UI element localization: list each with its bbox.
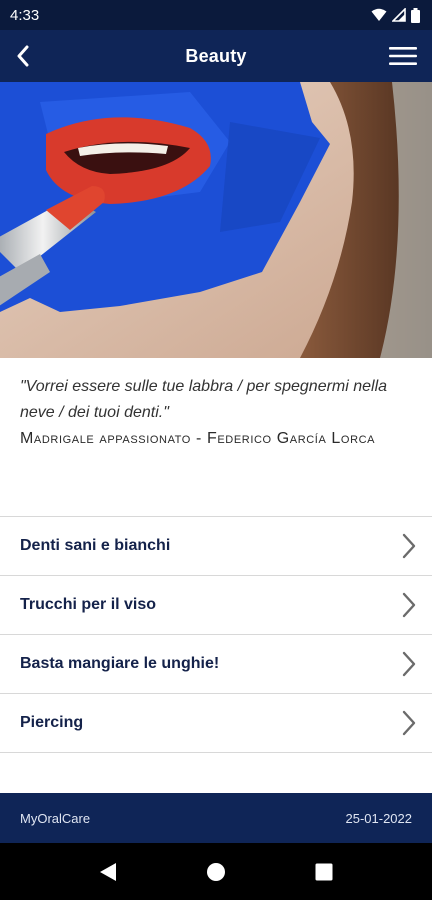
circle-home-icon bbox=[207, 862, 225, 881]
hamburger-menu-icon bbox=[389, 47, 417, 65]
chevron-right-icon bbox=[400, 591, 418, 619]
signal-icon bbox=[392, 8, 406, 22]
triangle-back-icon bbox=[100, 862, 116, 881]
quote-text: "Vorrei essere sulle tue labbra / per sp… bbox=[20, 378, 388, 421]
list-item-label: Basta mangiare le unghie! bbox=[20, 655, 220, 672]
list-item-piercing[interactable]: Piercing bbox=[0, 694, 432, 753]
quote-source: Madrigale appassionato - Federico García… bbox=[20, 430, 376, 447]
status-icons bbox=[371, 7, 420, 23]
square-recents-icon bbox=[315, 863, 333, 880]
footer-app-name: MyOralCare bbox=[20, 810, 91, 826]
nav-back-button[interactable] bbox=[96, 860, 120, 884]
system-nav-bar bbox=[0, 843, 432, 900]
back-button[interactable] bbox=[8, 40, 38, 72]
footer: MyOralCare 25-01-2022 bbox=[0, 793, 432, 843]
battery-icon bbox=[411, 7, 420, 23]
nav-recents-button[interactable] bbox=[312, 860, 336, 884]
wifi-icon bbox=[371, 8, 387, 21]
chevron-left-icon bbox=[17, 45, 29, 67]
status-bar: 4:33 bbox=[0, 0, 432, 30]
footer-date: 25-01-2022 bbox=[345, 810, 413, 826]
chevron-right-icon bbox=[400, 709, 418, 737]
app-header: Beauty bbox=[0, 30, 432, 82]
chevron-right-icon bbox=[400, 650, 418, 678]
hero-image bbox=[0, 82, 432, 358]
list-item-label: Denti sani e bianchi bbox=[20, 537, 171, 554]
chevron-right-icon bbox=[400, 532, 418, 560]
list-item-denti-sani[interactable]: Denti sani e bianchi bbox=[0, 517, 432, 576]
quote-block: "Vorrei essere sulle tue labbra / per sp… bbox=[20, 374, 412, 452]
nav-home-button[interactable] bbox=[204, 860, 228, 884]
list-item-label: Trucchi per il viso bbox=[20, 596, 157, 613]
menu-button[interactable] bbox=[388, 43, 418, 69]
topic-list: Denti sani e bianchi Trucchi per il viso… bbox=[0, 516, 432, 753]
list-item-unghie[interactable]: Basta mangiare le unghie! bbox=[0, 635, 432, 694]
page-title: Beauty bbox=[185, 45, 247, 66]
list-item-label: Piercing bbox=[20, 714, 84, 731]
list-item-trucchi[interactable]: Trucchi per il viso bbox=[0, 576, 432, 635]
lipstick-photo bbox=[0, 82, 432, 358]
status-time: 4:33 bbox=[10, 6, 40, 24]
